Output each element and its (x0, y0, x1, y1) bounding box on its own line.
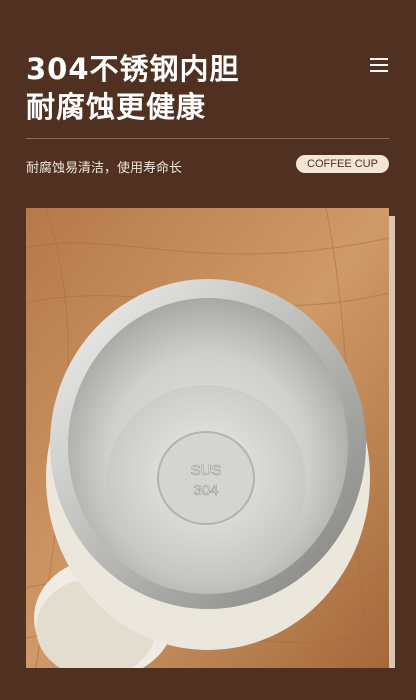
headline-line-2: 耐腐蚀更健康 (26, 90, 207, 124)
menu-icon[interactable] (368, 56, 390, 74)
photo-shadow (389, 216, 395, 668)
menu-icon-bar (370, 70, 388, 72)
divider (26, 138, 389, 139)
headline-line-1: 304不锈钢内胆 (26, 52, 240, 86)
menu-icon-bar (370, 64, 388, 66)
product-photo: SUS 304 (26, 208, 389, 668)
subtitle: 耐腐蚀易清洁，使用寿命长 (26, 161, 183, 176)
menu-icon-bar (370, 58, 388, 60)
coffee-cup-badge: COFFEE CUP (296, 155, 389, 173)
headline: 304不锈钢内胆 耐腐蚀更健康 (26, 50, 240, 126)
engraving-sus: SUS (191, 462, 222, 479)
engraving-304: 304 (193, 482, 218, 499)
cup-illustration: SUS 304 (26, 208, 389, 668)
